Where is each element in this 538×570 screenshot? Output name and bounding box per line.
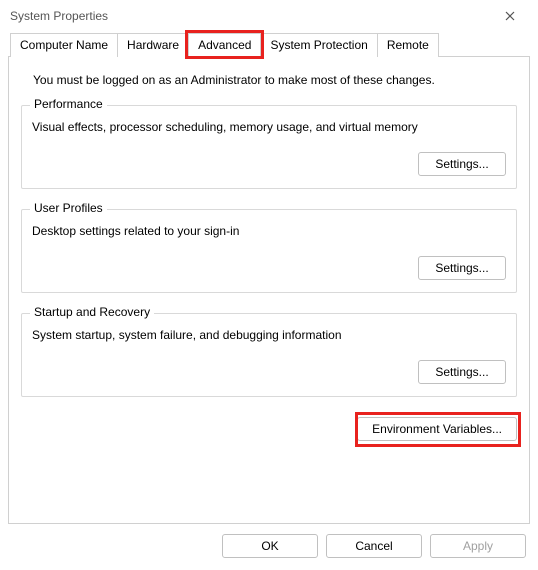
startup-recovery-title: Startup and Recovery bbox=[30, 305, 154, 319]
performance-group: Performance Visual effects, processor sc… bbox=[21, 105, 517, 189]
system-properties-window: System Properties Computer Name Hardware… bbox=[0, 0, 538, 570]
ok-button[interactable]: OK bbox=[222, 534, 318, 558]
env-variables-row: Environment Variables... bbox=[21, 417, 517, 441]
tab-system-protection[interactable]: System Protection bbox=[260, 33, 377, 57]
tab-strip: Computer Name Hardware Advanced System P… bbox=[10, 33, 530, 57]
user-profiles-settings-button[interactable]: Settings... bbox=[418, 256, 506, 280]
cancel-button[interactable]: Cancel bbox=[326, 534, 422, 558]
environment-variables-button[interactable]: Environment Variables... bbox=[357, 417, 517, 441]
dialog-button-row: OK Cancel Apply bbox=[0, 524, 538, 570]
titlebar: System Properties bbox=[0, 0, 538, 32]
startup-recovery-group: Startup and Recovery System startup, sys… bbox=[21, 313, 517, 397]
startup-recovery-desc: System startup, system failure, and debu… bbox=[32, 328, 506, 342]
tab-remote[interactable]: Remote bbox=[377, 33, 439, 57]
performance-title: Performance bbox=[30, 97, 107, 111]
admin-note: You must be logged on as an Administrato… bbox=[33, 73, 517, 87]
tab-advanced[interactable]: Advanced bbox=[188, 33, 261, 57]
user-profiles-button-row: Settings... bbox=[32, 256, 506, 280]
close-icon bbox=[505, 11, 515, 21]
window-title: System Properties bbox=[10, 9, 490, 23]
user-profiles-title: User Profiles bbox=[30, 201, 107, 215]
content-area: Computer Name Hardware Advanced System P… bbox=[0, 32, 538, 524]
startup-recovery-settings-button[interactable]: Settings... bbox=[418, 360, 506, 384]
tab-panel-advanced: You must be logged on as an Administrato… bbox=[8, 56, 530, 524]
performance-button-row: Settings... bbox=[32, 152, 506, 176]
performance-desc: Visual effects, processor scheduling, me… bbox=[32, 120, 506, 134]
tab-hardware[interactable]: Hardware bbox=[117, 33, 189, 57]
tab-computer-name[interactable]: Computer Name bbox=[10, 33, 118, 57]
tab-advanced-label: Advanced bbox=[198, 38, 251, 52]
performance-settings-button[interactable]: Settings... bbox=[418, 152, 506, 176]
user-profiles-group: User Profiles Desktop settings related t… bbox=[21, 209, 517, 293]
user-profiles-desc: Desktop settings related to your sign-in bbox=[32, 224, 506, 238]
close-button[interactable] bbox=[490, 2, 530, 30]
apply-button[interactable]: Apply bbox=[430, 534, 526, 558]
startup-recovery-button-row: Settings... bbox=[32, 360, 506, 384]
